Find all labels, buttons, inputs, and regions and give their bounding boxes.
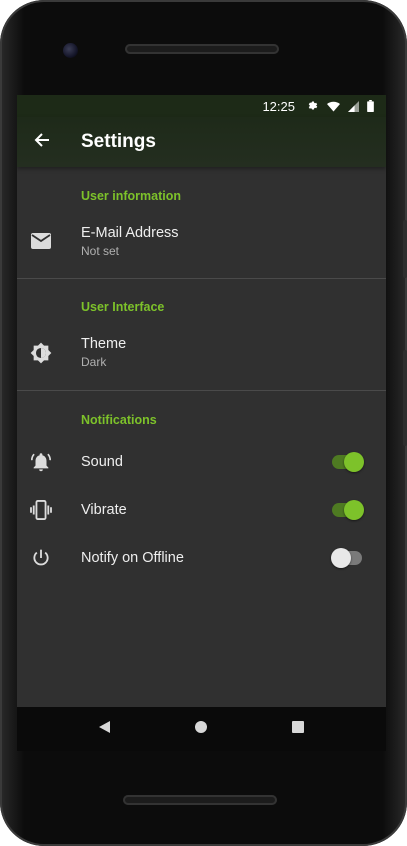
home-circle-icon [194,720,208,739]
wifi-icon [327,101,340,112]
volume-button [403,220,407,278]
nav-home-button[interactable] [181,709,221,749]
pref-summary: Not set [81,243,120,258]
pref-title: Theme [81,336,127,352]
power-icon [17,548,65,568]
recents-square-icon [291,720,305,739]
sound-switch[interactable] [332,452,364,472]
brightness-icon [17,342,65,364]
pref-title: Vibrate [81,502,127,518]
bottom-speaker [123,795,277,805]
status-bar: 12:25 [17,95,386,117]
email-icon [17,233,65,249]
back-button[interactable] [17,117,67,167]
screen: 12:25 Settings User information E-Mail A… [17,95,386,707]
gear-icon [307,100,319,112]
back-triangle-icon [98,720,112,739]
app-bar: Settings [17,117,386,167]
notify-offline-switch[interactable] [331,548,362,568]
pref-notify-on-offline[interactable]: Notify on Offline [17,534,386,582]
section-header-notifications: Notifications [81,413,157,427]
pref-title: Notify on Offline [81,550,184,566]
power-side-button [403,350,407,446]
pref-title: E-Mail Address [81,224,179,241]
status-time: 12:25 [262,98,295,114]
arrow-left-icon [34,132,50,153]
page-title: Settings [81,131,156,152]
pref-title: Sound [81,454,123,470]
pref-theme[interactable]: Theme Dark [17,315,386,390]
section-header-user-interface: User Interface [81,300,165,314]
pref-email-address[interactable]: E-Mail Address Not set [17,204,386,278]
section-header-user-information: User information [81,189,182,203]
bell-ring-icon [17,451,65,473]
pref-summary: Dark [81,355,107,369]
pref-vibrate[interactable]: Vibrate [17,486,386,534]
signal-icon [348,100,359,112]
top-speaker [125,44,279,54]
battery-icon [367,100,374,112]
vibrate-switch[interactable] [332,500,364,520]
pref-sound[interactable]: Sound [17,438,386,486]
nav-back-button[interactable] [85,709,125,749]
phone-frame: 12:25 Settings User information E-Mail A… [0,0,407,846]
system-nav-bar [17,707,386,751]
vibration-icon [17,500,65,520]
front-camera [63,43,78,58]
nav-recents-button[interactable] [278,709,318,749]
